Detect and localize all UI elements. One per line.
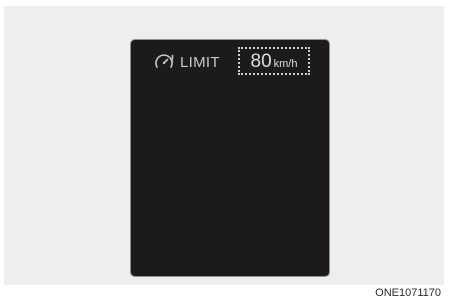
figure-code: ONE1071170	[375, 287, 441, 299]
speed-limiter-icon	[155, 54, 174, 68]
limit-label: LIMIT	[180, 54, 220, 71]
speed-limit-value: 80	[250, 51, 272, 72]
speed-limit-unit: km/h	[273, 58, 298, 70]
cluster-display: LIMIT 80 km/h	[131, 40, 329, 276]
speed-limit-box: 80 km/h	[238, 47, 310, 75]
